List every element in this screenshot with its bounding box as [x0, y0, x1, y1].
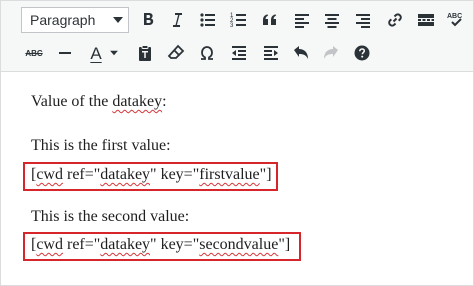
read-more-button[interactable]	[413, 7, 439, 33]
clear-formatting-button[interactable]	[163, 40, 189, 66]
format-select[interactable]: Paragraph	[21, 7, 129, 33]
misspelled-word: firstvalue	[199, 166, 260, 183]
align-left-button[interactable]	[289, 7, 315, 33]
blockquote-icon	[263, 14, 276, 25]
paste-as-text-icon	[139, 45, 151, 61]
misspelled-word: datakey	[100, 166, 151, 183]
link-button[interactable]	[382, 7, 408, 33]
undo-icon	[294, 46, 308, 59]
toolbar-toggle-button[interactable]: ABC	[443, 7, 469, 33]
text-color-icon: A	[90, 43, 102, 63]
special-character-button[interactable]	[194, 40, 220, 66]
misspelled-word: secondvalue	[199, 236, 279, 253]
shortcode-first: [cwd ref="datakey" key="firstvalue"]	[31, 166, 272, 184]
misspelled-word: cwd	[36, 236, 63, 253]
help-button[interactable]	[349, 40, 375, 66]
align-center-button[interactable]	[319, 7, 345, 33]
help-icon	[354, 45, 370, 61]
format-select-value: Paragraph	[30, 12, 96, 28]
paragraph-text: Value of the	[31, 93, 113, 110]
paragraph-text: :	[162, 93, 167, 110]
bold-icon	[144, 13, 154, 25]
shortcode-text: "]	[278, 236, 291, 253]
shortcode-text: " key="	[150, 236, 200, 253]
shortcode-text: " key="	[150, 166, 200, 183]
misspelled-word: cwd	[36, 166, 63, 183]
paste-as-text-button[interactable]	[132, 40, 158, 66]
misspelled-word: datakey	[100, 236, 151, 253]
align-left-icon	[295, 14, 309, 28]
editor-toolbar: Paragraph 123 ABC ABC A	[1, 1, 473, 72]
increase-indent-button[interactable]	[258, 40, 284, 66]
toolbar-toggle-icon: ABC	[447, 13, 462, 27]
strikethrough-icon: ABC	[25, 48, 43, 58]
paragraph-first-value-label: This is the first value:	[31, 137, 171, 154]
read-more-icon	[418, 14, 434, 26]
chevron-down-icon	[110, 50, 118, 56]
special-character-icon	[201, 46, 213, 60]
align-right-icon	[356, 14, 370, 28]
shortcode-second: [cwd ref="datakey" key="secondvalue"]	[31, 236, 290, 254]
italic-icon	[173, 13, 182, 27]
undo-button[interactable]	[288, 40, 314, 66]
align-center-icon	[325, 14, 339, 28]
decrease-indent-icon	[232, 46, 246, 60]
decrease-indent-button[interactable]	[226, 40, 252, 66]
bulleted-list-button[interactable]	[195, 7, 221, 33]
italic-button[interactable]	[164, 7, 190, 33]
editor-content[interactable]: Value of the datakey: This is the first …	[1, 72, 473, 285]
redo-button[interactable]	[318, 40, 344, 66]
numbered-list-button[interactable]: 123	[226, 7, 252, 33]
paragraph-second-value-label: This is the second value:	[31, 208, 190, 225]
numbered-list-icon: 123	[230, 13, 246, 29]
blockquote-button[interactable]	[257, 7, 283, 33]
link-icon	[388, 13, 402, 27]
clear-formatting-icon	[167, 44, 185, 59]
paragraph-datakey-heading: Value of the datakey:	[31, 93, 167, 111]
strikethrough-button[interactable]: ABC	[21, 40, 47, 66]
align-right-button[interactable]	[350, 7, 376, 33]
bulleted-list-icon	[200, 13, 215, 27]
redo-icon	[324, 46, 338, 59]
shortcode-text: "]	[259, 166, 272, 183]
svg-text:3: 3	[230, 23, 234, 29]
horizontal-line-button[interactable]	[52, 40, 78, 66]
editor-frame: Paragraph 123 ABC ABC A Value of the dat…	[0, 0, 474, 286]
horizontal-line-icon	[59, 52, 71, 54]
shortcode-text: ref="	[62, 166, 101, 183]
chevron-down-icon	[113, 17, 123, 23]
shortcode-text: ref="	[62, 236, 101, 253]
increase-indent-icon	[264, 46, 278, 60]
bold-button[interactable]	[135, 7, 161, 33]
text-color-dropdown[interactable]	[105, 40, 123, 66]
misspelled-word: datakey	[112, 93, 163, 110]
